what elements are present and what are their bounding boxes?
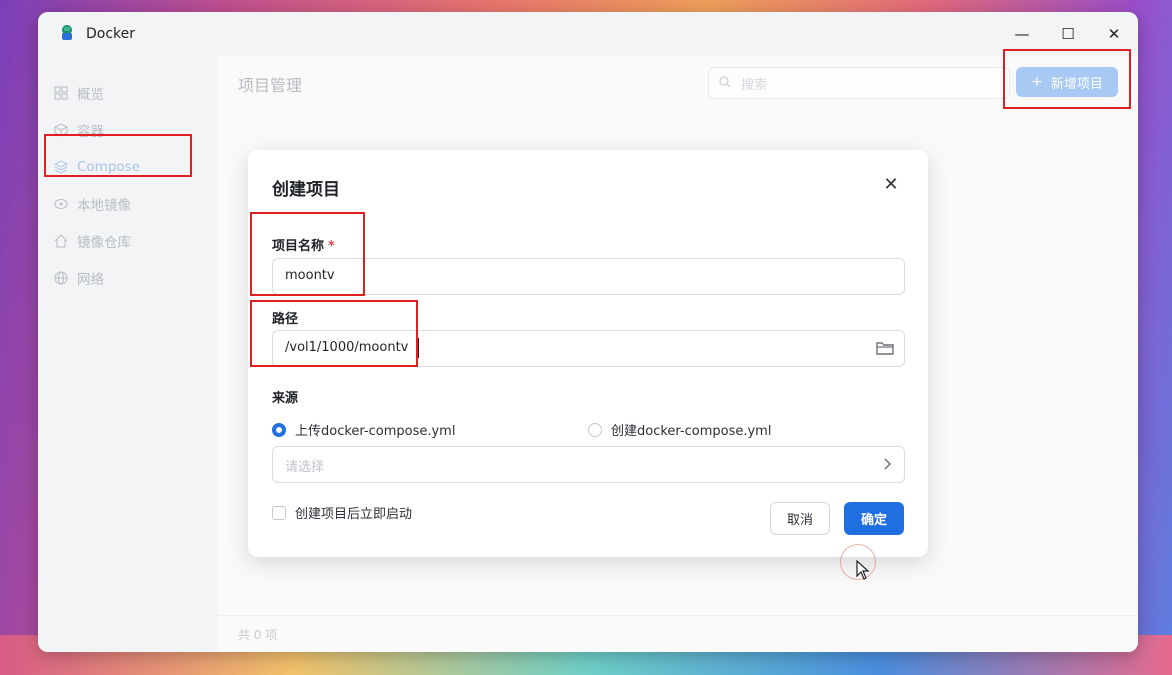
required-mark: * — [328, 239, 335, 254]
page-title: 项目管理 — [238, 76, 303, 95]
add-project-button[interactable]: + 新增项目 — [1016, 67, 1118, 97]
radio-dot — [588, 422, 602, 437]
search-icon — [719, 76, 731, 88]
sidebar-item-network[interactable]: 网络 — [54, 263, 204, 293]
sidebar: 概览 容器 Compose 本地镜像 镜像仓库 网络 — [38, 56, 218, 652]
radio-label: 创建docker-compose.yml — [611, 424, 772, 439]
confirm-button[interactable]: 确定 — [844, 502, 904, 535]
path-value: /vol1/1000/moontv — [285, 340, 409, 355]
project-name-label-text: 项目名称 — [272, 239, 325, 254]
sidebar-item-label: 网络 — [77, 272, 104, 288]
sidebar-item-label: Compose — [77, 159, 141, 175]
sidebar-item-label: 本地镜像 — [77, 198, 131, 214]
project-name-value: moontv — [285, 268, 335, 283]
list-footer: 共 0 项 — [218, 615, 1138, 652]
radio-dot — [272, 422, 286, 437]
radio-upload-compose[interactable]: 上传docker-compose.yml — [272, 420, 455, 439]
disk-icon — [54, 199, 68, 209]
path-label: 路径 — [272, 312, 299, 327]
checkbox-label: 创建项目后立即启动 — [295, 507, 413, 522]
project-name-label: 项目名称 * — [272, 235, 335, 254]
mouse-cursor-icon — [856, 560, 870, 580]
dialog-title: 创建项目 — [272, 180, 340, 200]
title-bar: Docker — ☐ ✕ — [38, 12, 1138, 56]
cancel-button[interactable]: 取消 — [770, 502, 830, 535]
sidebar-item-label: 容器 — [77, 124, 104, 140]
add-project-label: 新增项目 — [1050, 76, 1103, 92]
source-label: 来源 — [272, 391, 299, 406]
app-title: Docker — [86, 26, 136, 42]
home-icon — [54, 234, 68, 248]
minimize-button[interactable]: — — [1009, 22, 1035, 46]
sidebar-item-local-images[interactable]: 本地镜像 — [54, 189, 204, 219]
project-name-input[interactable]: moontv — [272, 258, 905, 295]
sidebar-item-label: 概览 — [77, 87, 104, 103]
text-caret — [418, 338, 419, 358]
radio-label: 上传docker-compose.yml — [295, 424, 456, 439]
sidebar-item-label: 镜像仓库 — [77, 235, 131, 251]
sidebar-item-containers[interactable]: 容器 — [54, 115, 204, 145]
close-window-button[interactable]: ✕ — [1101, 22, 1127, 46]
docker-logo-icon — [62, 25, 72, 40]
sidebar-item-registry[interactable]: 镜像仓库 — [54, 226, 204, 256]
plus-icon: + — [1031, 74, 1043, 90]
grid-icon — [54, 86, 68, 100]
layers-icon — [54, 160, 68, 174]
radio-create-compose[interactable]: 创建docker-compose.yml — [588, 420, 771, 439]
start-after-create-checkbox[interactable]: 创建项目后立即启动 — [272, 503, 412, 522]
select-placeholder: 请选择 — [285, 460, 325, 475]
globe-icon — [54, 271, 68, 285]
chevron-right-icon — [884, 458, 892, 470]
checkbox-box — [272, 505, 286, 520]
sidebar-item-compose[interactable]: Compose — [54, 152, 204, 182]
dialog-close-button[interactable]: ✕ — [880, 174, 902, 196]
path-input[interactable]: /vol1/1000/moontv — [272, 330, 905, 367]
create-project-dialog: 创建项目 ✕ 项目名称 * moontv 路径 /vol1/1000/moontv… — [248, 150, 928, 557]
search-placeholder: 搜索 — [741, 78, 768, 93]
maximize-button[interactable]: ☐ — [1055, 22, 1081, 46]
search-input[interactable]: 搜索 — [708, 67, 1010, 99]
folder-icon[interactable] — [876, 340, 894, 356]
total-count: 共 0 项 — [238, 628, 278, 642]
compose-file-select[interactable]: 请选择 — [272, 446, 905, 483]
cube-icon — [54, 123, 68, 137]
sidebar-item-overview[interactable]: 概览 — [54, 78, 204, 108]
